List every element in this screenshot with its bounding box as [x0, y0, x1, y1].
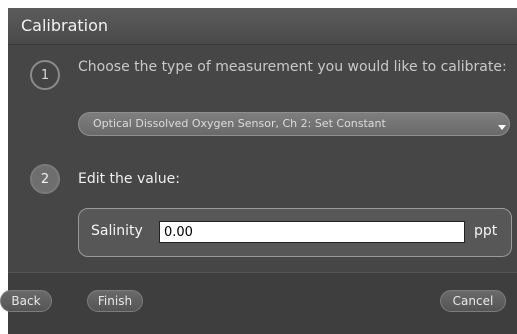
title-bar: Calibration: [8, 8, 517, 45]
step-2-instruction: Edit the value:: [78, 171, 180, 187]
measurement-type-dropdown[interactable]: Optical Dissolved Oxygen Sensor, Ch 2: S…: [78, 112, 510, 136]
salinity-unit: ppt: [474, 223, 498, 239]
salinity-input[interactable]: [159, 221, 465, 243]
cancel-button[interactable]: Cancel: [440, 290, 506, 312]
calibration-dialog: Calibration 1 Choose the type of measure…: [8, 8, 517, 334]
chevron-down-icon: [498, 125, 506, 130]
measurement-type-selected: Optical Dissolved Oxygen Sensor, Ch 2: S…: [93, 117, 386, 130]
value-panel: Salinity ppt: [78, 208, 512, 257]
finish-button[interactable]: Finish: [87, 290, 143, 312]
step-2-number: 2: [30, 164, 60, 194]
back-button[interactable]: Back: [0, 290, 52, 312]
salinity-label: Salinity: [91, 223, 143, 239]
dialog-title: Calibration: [21, 16, 109, 35]
step-1-instruction: Choose the type of measurement you would…: [78, 59, 507, 75]
step-1-number: 1: [30, 60, 60, 90]
